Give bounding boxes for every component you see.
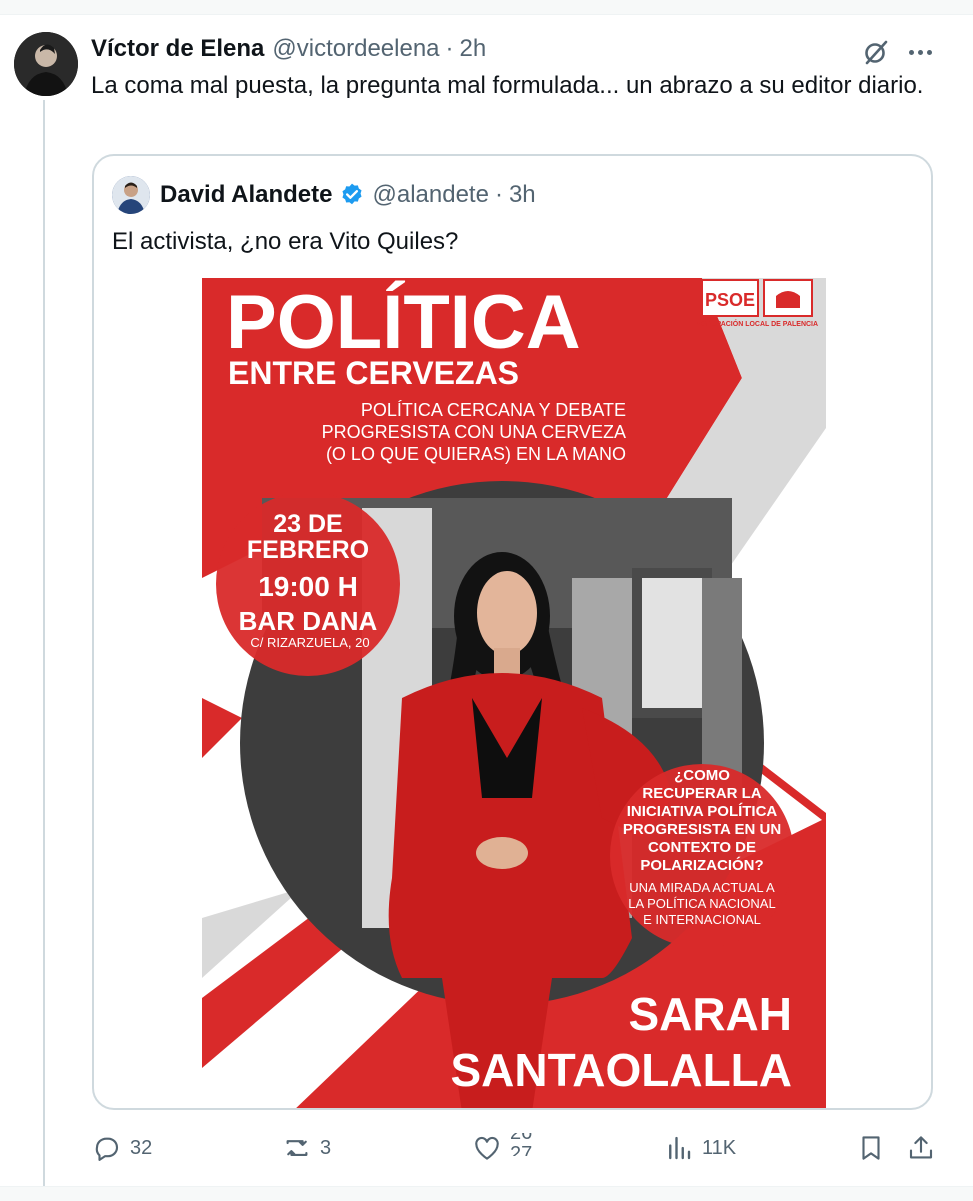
tweet-action-bar: 32 3 26 27 11K — [0, 1126, 973, 1170]
author-handle[interactable]: @victordeelena — [272, 35, 439, 63]
separator-dot: · — [494, 181, 503, 208]
more-options-icon[interactable] — [904, 36, 936, 68]
poster-question-line-2: RECUPERAR LA — [642, 785, 761, 802]
bookmark-icon — [862, 1136, 880, 1160]
poster-tagline-3: (O LO QUE QUIERAS) EN LA MANO — [326, 444, 626, 464]
poster-question-sub-1: UNA MIRADA ACTUAL A — [629, 880, 775, 895]
share-button[interactable] — [906, 1126, 936, 1170]
poster-date-line-2: FEBRERO — [247, 536, 369, 564]
poster-hour: 19:00 H — [258, 571, 358, 602]
heart-icon — [475, 1136, 499, 1160]
views-button[interactable]: 11K — [664, 1126, 736, 1170]
like-count-new: 27 — [510, 1143, 533, 1156]
poster-address: C/ RIZARZUELA, 20 — [250, 635, 369, 650]
poster-question-line-4: PROGRESISTA EN UN — [623, 821, 781, 838]
quoted-tweet-text: El activista, ¿no era Vito Quiles? — [112, 228, 459, 255]
quoted-timestamp[interactable]: 3h — [509, 181, 536, 209]
poster-tagline-1: POLÍTICA CERCANA Y DEBATE — [361, 400, 626, 420]
repost-icon — [286, 1140, 308, 1156]
poster-speaker-last-name: SANTAOLALLA — [450, 1044, 792, 1096]
poster-date-line-1: 23 DE — [273, 510, 342, 538]
views-icon — [669, 1136, 691, 1160]
like-count-animating: 26 27 — [510, 1133, 532, 1163]
poster-question-sub-3: E INTERNACIONAL — [643, 912, 761, 927]
poster-subtitle: ENTRE CERVEZAS — [228, 355, 519, 391]
psoe-logo-subtitle: AGRUPACIÓN LOCAL DE PALENCIA — [696, 319, 818, 328]
top-divider — [0, 0, 973, 15]
tweet-text: La coma mal puesta, la pregunta mal form… — [91, 72, 924, 99]
bookmark-button[interactable] — [856, 1126, 886, 1170]
author-avatar[interactable] — [14, 32, 78, 96]
poster-tagline-2: PROGRESISTA CON UNA CERVEZA — [322, 422, 626, 442]
repost-count: 3 — [320, 1136, 332, 1159]
view-count: 11K — [702, 1136, 737, 1159]
share-icon — [909, 1136, 933, 1159]
poster-question-line-3: INICIATIVA POLÍTICA — [627, 803, 778, 820]
quoted-tweet-header: David Alandete @alandete · 3h — [160, 178, 536, 212]
poster-question-line-1: ¿COMO — [674, 767, 730, 784]
reply-count: 32 — [130, 1136, 153, 1159]
repost-button[interactable]: 3 — [282, 1126, 331, 1170]
like-button[interactable]: 26 27 — [472, 1126, 532, 1170]
verified-badge-icon — [341, 183, 362, 205]
reply-button[interactable]: 32 — [92, 1126, 152, 1170]
separator-dot: · — [445, 35, 454, 62]
quoted-author-handle[interactable]: @alandete — [373, 181, 489, 209]
like-count-old: 26 — [510, 1133, 532, 1142]
bottom-divider — [0, 1186, 973, 1201]
quoted-author-avatar[interactable] — [112, 176, 150, 214]
quoted-tweet-card[interactable]: David Alandete @alandete · 3h El activis… — [92, 154, 933, 1110]
tweet-timestamp[interactable]: 2h — [460, 35, 487, 63]
poster-question-line-5: CONTEXTO DE — [648, 839, 756, 856]
reply-icon — [95, 1137, 119, 1161]
grok-icon[interactable] — [860, 36, 892, 68]
thread-connector-line — [43, 100, 45, 1200]
quoted-author-name[interactable]: David Alandete — [160, 181, 333, 209]
event-poster-image[interactable]: PSOE AGRUPACIÓN LOCAL DE PALENCIA POLÍTI… — [202, 278, 826, 1108]
poster-venue: BAR DANA — [239, 606, 378, 636]
author-name[interactable]: Víctor de Elena — [91, 35, 264, 63]
poster-question-line-6: POLARIZACIÓN? — [640, 856, 763, 874]
tweet-header: Víctor de Elena @victordeelena · 2h — [91, 32, 486, 66]
poster-question-sub-2: LA POLÍTICA NACIONAL — [628, 896, 775, 911]
poster-title: POLÍTICA — [226, 280, 581, 365]
psoe-logo-text: PSOE — [705, 290, 755, 310]
poster-speaker-first-name: SARAH — [628, 988, 792, 1040]
